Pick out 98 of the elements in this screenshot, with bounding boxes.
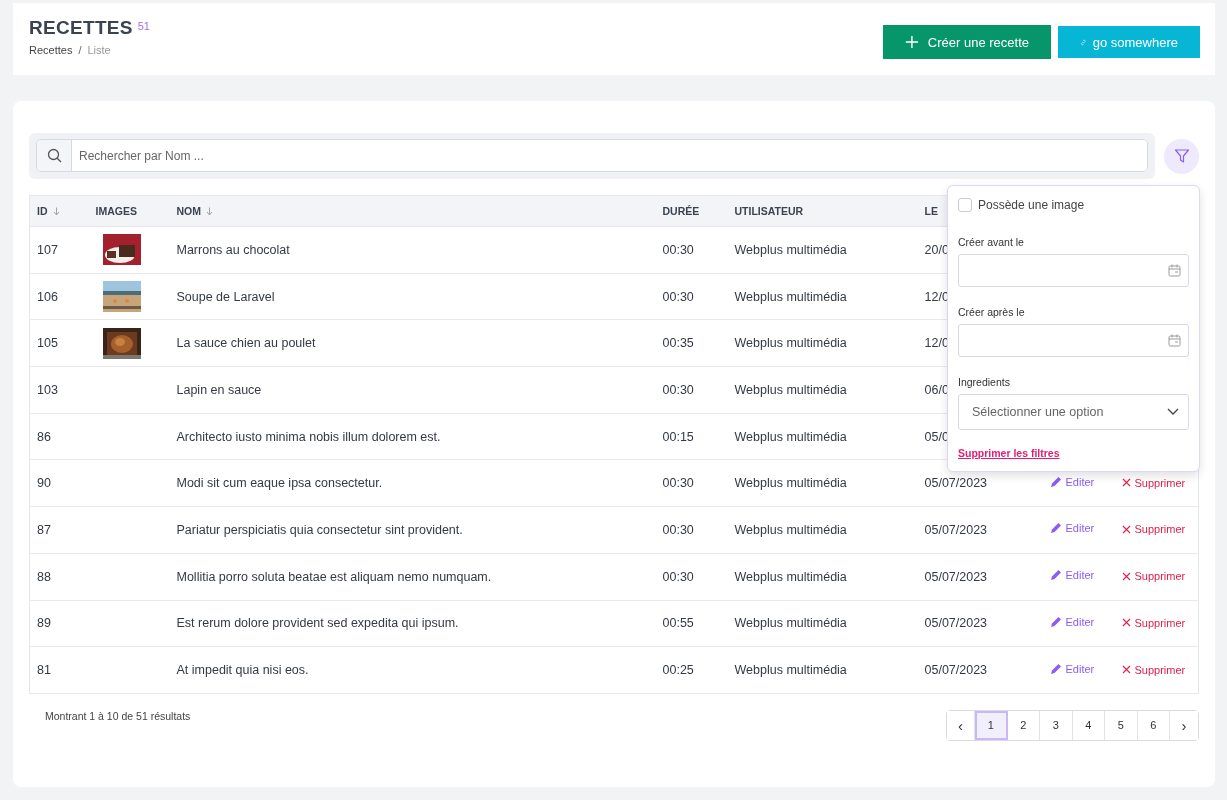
column-header[interactable]: NOM (176, 205, 201, 217)
date-field[interactable] (958, 324, 1189, 357)
delete-link[interactable]: Supprimer (1121, 616, 1186, 629)
field-label: Ingredients (958, 376, 1011, 388)
table-cell: 88 (29, 553, 89, 600)
table-cell: 81 (29, 646, 89, 694)
edit-link[interactable]: Editer (1049, 522, 1095, 535)
table-cell: Webplus multimédia (727, 413, 918, 460)
table-cell: Est rerum dolore provident sed expedita qui ipsum. (169, 600, 656, 647)
close-icon (1121, 478, 1131, 488)
breadcrumb-separator: / (78, 44, 82, 56)
edit-link[interactable]: Editer (1049, 662, 1095, 675)
column-header: UTILISATEUR (734, 205, 804, 217)
delete-link[interactable]: Supprimer (1121, 663, 1186, 676)
table-cell: 00:35 (655, 319, 728, 367)
table-cell: Webplus multimédia (727, 226, 918, 274)
table-cell: 00:30 (655, 459, 728, 507)
table-cell: 00:55 (655, 600, 728, 647)
close-icon (1121, 618, 1131, 628)
pencil-icon (1049, 615, 1062, 628)
page-button[interactable]: 1 (975, 710, 1008, 740)
checkbox-label: Possède une image (978, 198, 1085, 212)
delete-link[interactable]: Supprimer (1121, 570, 1186, 583)
table-cell: Pariatur perspiciatis quia consectetur sint provident. (169, 506, 656, 554)
table-cell: 103 (29, 366, 89, 414)
table-cell: 05/07/2023 (917, 553, 1043, 600)
pencil-icon (1049, 522, 1062, 535)
table-cell: Mollitia porro soluta beatae est aliquam nemo numquam. (169, 553, 656, 600)
pencil-icon (1049, 569, 1062, 582)
chevron-down-icon (1167, 408, 1179, 416)
results-summary: Montrant 1 à 10 de 51 résultats (45, 709, 191, 724)
table-cell: 00:30 (655, 506, 728, 554)
table-cell: Webplus multimédia (727, 600, 918, 647)
table-cell: Soupe de Laravel (169, 273, 656, 320)
search-icon (46, 148, 62, 163)
breadcrumb-current: Liste (87, 44, 111, 56)
create-button[interactable]: Créer une recette (883, 25, 1051, 59)
column-header: DURÉE (662, 205, 700, 217)
table-cell: Webplus multimédia (727, 459, 918, 507)
table-cell: Marrons au chocolat (169, 226, 656, 274)
close-icon (1121, 665, 1131, 675)
close-icon (1121, 571, 1131, 581)
table-cell: 05/07/2023 (917, 506, 1043, 554)
table-cell: 89 (29, 600, 89, 647)
date-field[interactable] (958, 254, 1189, 287)
table-cell: 00:25 (655, 646, 728, 694)
filter-icon (1173, 148, 1190, 164)
table-cell: 107 (29, 226, 89, 274)
table-cell: 00:30 (655, 273, 728, 320)
column-header: IMAGES (95, 205, 137, 217)
delete-link[interactable]: Supprimer (1121, 523, 1186, 536)
sort-arrow-icon (52, 206, 60, 216)
table-cell: Webplus multimédia (727, 646, 918, 694)
link-button[interactable]: go somewhere (1058, 26, 1200, 58)
breadcrumb-link[interactable]: Recettes (29, 44, 73, 56)
checkbox[interactable] (958, 198, 972, 212)
edit-link[interactable]: Editer (1049, 569, 1095, 582)
table-cell: Webplus multimédia (727, 553, 918, 600)
table-cell: Lapin en sauce (169, 366, 656, 414)
table-cell: Webplus multimédia (727, 319, 918, 367)
table-cell: Webplus multimédia (727, 366, 918, 414)
previous-page-button[interactable]: ‹ (947, 710, 975, 740)
delete-link[interactable]: Supprimer (1121, 476, 1186, 489)
edit-link[interactable]: Editer (1049, 475, 1095, 488)
select-field[interactable]: Sélectionner une option (958, 394, 1189, 430)
pencil-icon (1049, 475, 1062, 488)
calendar-icon (1168, 334, 1181, 347)
pencil-icon (1049, 662, 1062, 675)
table-cell: 05/07/2023 (917, 600, 1043, 647)
sort-arrow-icon (206, 206, 213, 216)
table-cell: 87 (29, 506, 89, 554)
edit-link[interactable]: Editer (1049, 615, 1095, 628)
table-cell: La sauce chien au poulet (169, 319, 656, 367)
field-label: Créer avant le (958, 236, 1025, 248)
table-cell: 86 (29, 413, 89, 460)
table-cell: 00:30 (655, 553, 728, 600)
calendar-icon (1168, 264, 1181, 277)
plus-icon (905, 34, 919, 50)
table-cell: 106 (29, 273, 89, 320)
page-title: RECETTES (29, 17, 133, 39)
table-cell: 05/07/2023 (917, 646, 1043, 694)
table-cell: 105 (29, 319, 89, 367)
table-cell: Architecto iusto minima nobis illum dolorem est. (169, 413, 656, 460)
column-header[interactable]: ID (37, 205, 48, 217)
table-cell: Webplus multimédia (727, 273, 918, 320)
filter-button[interactable] (1164, 138, 1199, 174)
column-header: LE (924, 205, 938, 217)
field-label: Créer après le (958, 306, 1026, 318)
table-cell: Webplus multimédia (727, 506, 918, 554)
table-cell: At impedit quia nisi eos. (169, 646, 656, 694)
count-label: 51 (137, 20, 150, 32)
table-cell: 00:30 (655, 226, 728, 274)
table-cell: 00:15 (655, 413, 728, 460)
table-cell: 90 (29, 459, 89, 507)
close-icon (1121, 524, 1131, 534)
table-cell: 00:30 (655, 366, 728, 414)
table-cell: Modi sit cum eaque ipsa consectetur. (169, 459, 656, 507)
search-field[interactable]: Rechercher par Nom ... (36, 139, 1148, 172)
